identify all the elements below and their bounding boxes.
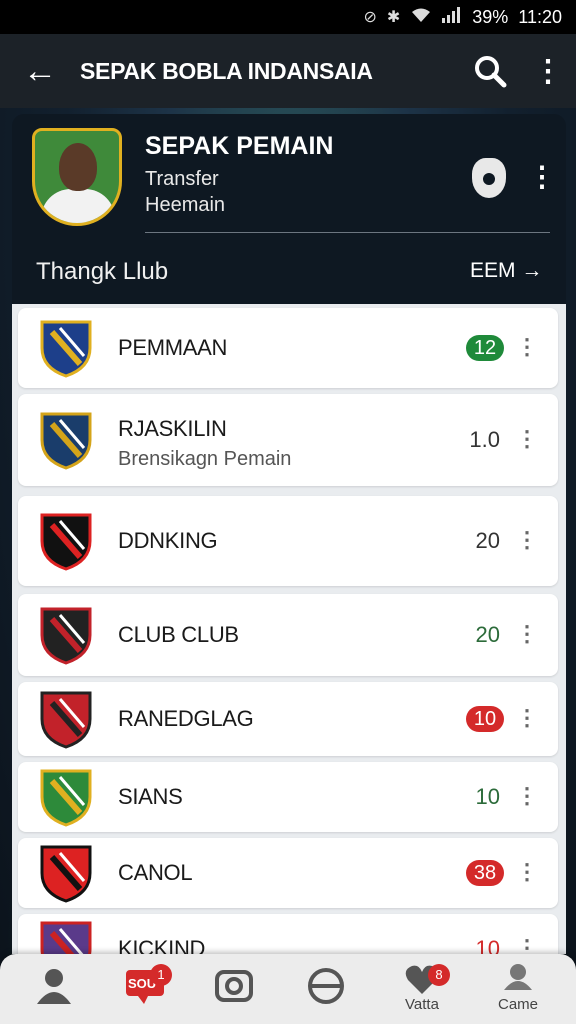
club-crest-icon [38, 605, 94, 665]
nav-item-ball[interactable] [278, 954, 374, 1024]
list-item[interactable]: RJASKILIN Brensikagn Pemain 1.0 ⋮ [18, 394, 558, 486]
club-crest-icon [38, 410, 94, 470]
notification-badge: 1 [150, 964, 172, 986]
club-crest-icon [38, 318, 94, 378]
club-name: PEMMAAN [118, 335, 228, 360]
club-value: 1.0 [469, 427, 500, 452]
person-icon [34, 966, 74, 1006]
player-name: SEPAK PEMAIN [145, 132, 334, 160]
mute-icon: ⊘ [363, 9, 377, 26]
club-name: DDNKING [118, 528, 218, 553]
list-item[interactable]: CANOL 38 ⋮ [18, 838, 558, 908]
club-name: CANOL [118, 860, 193, 885]
nav-label: Vatta [405, 996, 439, 1013]
player-subtitle-2: Heemain [145, 194, 226, 216]
clock: 11:20 [518, 6, 562, 27]
list-item[interactable]: DDNKING 20 ⋮ [18, 496, 558, 586]
list-item[interactable]: RANEDGLAG 10 ⋮ [18, 682, 558, 756]
nav-item-heart[interactable]: 8 Vatta [374, 954, 470, 1024]
club-section-label: Thangk Llub [36, 258, 169, 285]
more-vertical-icon[interactable]: ⋮ [516, 426, 538, 452]
list-item[interactable]: KICKIND 10 ⋮ [18, 914, 558, 954]
signal-icon [442, 6, 462, 28]
club-name: SIANS [118, 784, 183, 809]
club-crest-icon [38, 689, 94, 749]
club-subtitle: Brensikagn Pemain [118, 448, 292, 470]
more-vertical-icon[interactable]: ⋮ [516, 705, 538, 731]
bottom-navigation: SOU 1 8 Vatta Came [0, 954, 576, 1024]
club-name: RANEDGLAG [118, 706, 254, 731]
ball-icon [306, 966, 346, 1006]
list-item[interactable]: CLUB CLUB 20 ⋮ [18, 594, 558, 676]
club-crest-icon [38, 767, 94, 827]
search-icon[interactable] [460, 34, 520, 108]
club-value: 20 [475, 528, 500, 553]
more-vertical-icon[interactable]: ⋮ [516, 783, 538, 809]
more-vertical-icon[interactable]: ⋮ [516, 527, 538, 553]
count-badge: 10 [466, 706, 504, 732]
club-crest-icon [38, 511, 94, 571]
list-item[interactable]: PEMMAAN 12 ⋮ [18, 308, 558, 388]
club-value: 10 [475, 936, 500, 954]
club-list: PEMMAAN 12 ⋮ RJASKILIN Brensikagn Pemain 1.0… [12, 304, 566, 954]
more-vertical-icon[interactable]: ⋮ [516, 859, 538, 885]
nav-item-person[interactable] [6, 954, 102, 1024]
user-icon [498, 960, 538, 1000]
notification-badge: 8 [428, 964, 450, 986]
nav-item-camera[interactable] [186, 954, 282, 1024]
avatar[interactable] [32, 128, 122, 226]
camera-icon [214, 966, 254, 1006]
more-vertical-icon[interactable]: ⋮ [516, 621, 538, 647]
club-name: CLUB CLUB [118, 622, 239, 647]
more-vertical-icon[interactable]: ⋮ [516, 334, 538, 360]
page-title: SEPAK BOBLA INDANSAIA [80, 57, 373, 84]
divider [145, 232, 550, 233]
see-more-link[interactable]: EEM → [470, 259, 542, 283]
list-item[interactable]: SIANS 10 ⋮ [18, 762, 558, 832]
nav-label: Came [497, 996, 538, 1013]
app-bar: ← SEPAK BOBLA INDANSAIA ⋮ [0, 34, 576, 108]
player-profile-card: SEPAK PEMAIN Transfer Heemain ⋮ Thangk L… [12, 114, 566, 304]
club-value: 20 [475, 622, 500, 647]
club-crest-icon [38, 843, 94, 903]
battery-text: 39% [472, 6, 509, 27]
count-badge: 38 [466, 860, 504, 886]
player-subtitle-1: Transfer [145, 168, 219, 190]
nav-item-chat[interactable]: SOU 1 [96, 954, 192, 1024]
club-crest-icon [38, 919, 94, 954]
bluetooth-icon: ✱ [386, 9, 401, 26]
club-name: KICKIND [118, 936, 206, 954]
club-value: 10 [475, 784, 500, 809]
more-vertical-icon[interactable]: ⋮ [520, 54, 576, 89]
shield-icon[interactable] [472, 158, 506, 198]
more-vertical-icon[interactable]: ⋮ [528, 160, 556, 193]
count-badge: 12 [466, 335, 504, 361]
club-name: RJASKILIN [118, 416, 227, 441]
more-vertical-icon[interactable]: ⋮ [516, 935, 538, 954]
nav-item-user[interactable]: Came [470, 954, 566, 1024]
status-bar: ⊘ ✱ 39% 11:20 [0, 0, 576, 34]
arrow-left-icon[interactable]: ← [0, 34, 80, 108]
wifi-icon [410, 7, 432, 28]
